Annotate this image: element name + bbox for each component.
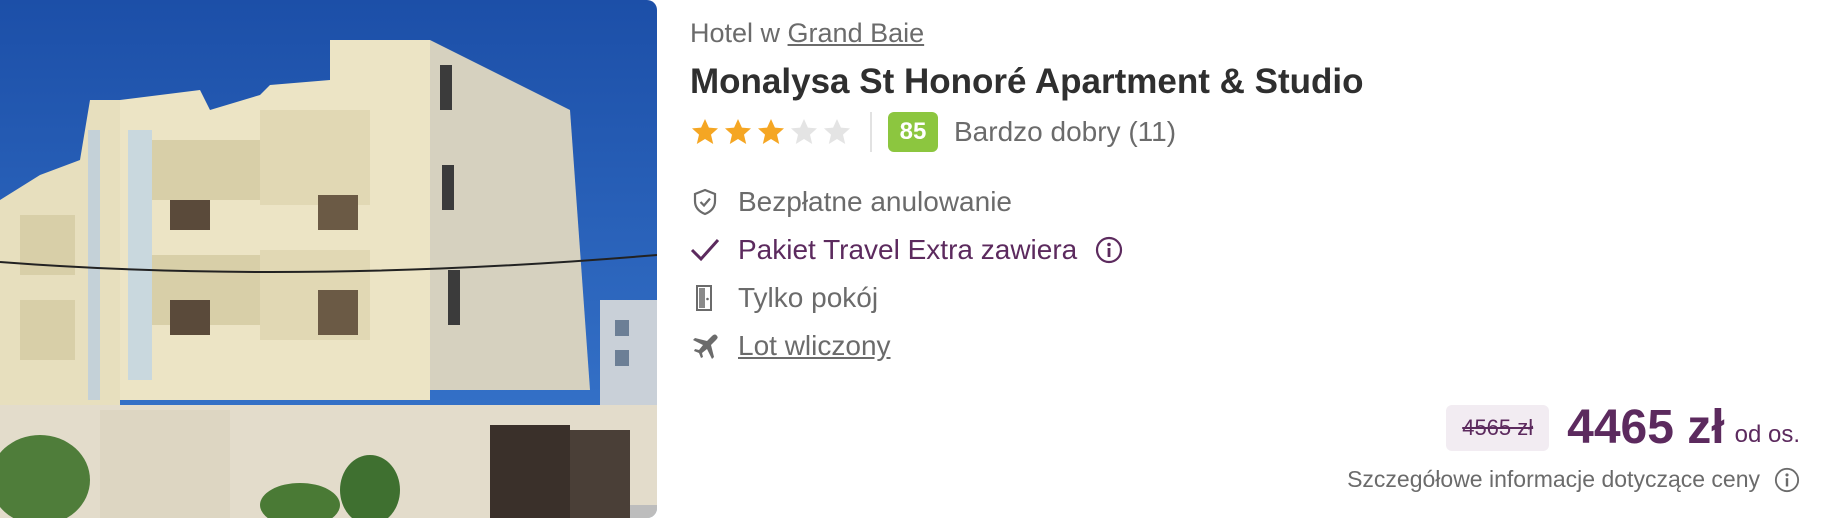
feature-flight-included[interactable]: Lot wliczony — [690, 322, 1123, 370]
hotel-card[interactable]: Hotel w Grand Baie Monalysa St Honoré Ap… — [0, 0, 1822, 518]
price-per-person: od os. — [1734, 421, 1800, 448]
star-filled-icon — [692, 119, 718, 144]
feature-label: Pakiet Travel Extra zawiera — [738, 234, 1078, 265]
rating-row: 85 Bardzo dobry (11) — [690, 110, 1176, 154]
current-price: 4465 zł — [1567, 401, 1725, 454]
star-filled-icon — [758, 119, 784, 144]
rating-text[interactable]: Bardzo dobry (11) — [954, 116, 1176, 148]
checkmark-icon — [690, 235, 720, 265]
divider — [870, 112, 872, 152]
location-link[interactable]: Grand Baie — [788, 18, 925, 48]
info-icon[interactable] — [1095, 236, 1123, 264]
price-box: 4565 zł 4465 zł od os. — [1446, 400, 1800, 455]
hotel-info: Hotel w Grand Baie Monalysa St Honoré Ap… — [690, 0, 1800, 518]
feature-travel-extra[interactable]: Pakiet Travel Extra zawiera — [690, 226, 1123, 274]
plane-icon — [690, 331, 720, 361]
old-price: 4565 zł — [1446, 404, 1550, 451]
feature-label: Bezpłatne anulowanie — [738, 186, 1012, 217]
star-empty-icon — [791, 119, 817, 144]
door-icon — [690, 283, 720, 313]
feature-list: Bezpłatne anulowanie Pakiet Travel Extra… — [690, 178, 1123, 370]
star-empty-icon — [824, 119, 850, 144]
shield-check-icon — [690, 187, 720, 217]
price-details-label[interactable]: Szczegółowe informacje dotyczące ceny — [1347, 466, 1760, 493]
hotel-location: Hotel w Grand Baie — [690, 18, 924, 49]
feature-label[interactable]: Lot wliczony — [738, 330, 891, 362]
feature-room-only: Tylko pokój — [690, 274, 1123, 322]
location-prefix: Hotel w — [690, 18, 781, 48]
feature-free-cancellation: Bezpłatne anulowanie — [690, 178, 1123, 226]
feature-label: Tylko pokój — [738, 282, 879, 313]
star-filled-icon — [725, 119, 751, 144]
hotel-photo[interactable] — [0, 0, 657, 518]
price-details-link[interactable]: Szczegółowe informacje dotyczące ceny — [1347, 466, 1800, 493]
star-rating — [690, 117, 852, 147]
score-badge: 85 — [888, 112, 938, 152]
hotel-name[interactable]: Monalysa St Honoré Apartment & Studio — [690, 62, 1363, 102]
info-icon[interactable] — [1774, 467, 1800, 493]
